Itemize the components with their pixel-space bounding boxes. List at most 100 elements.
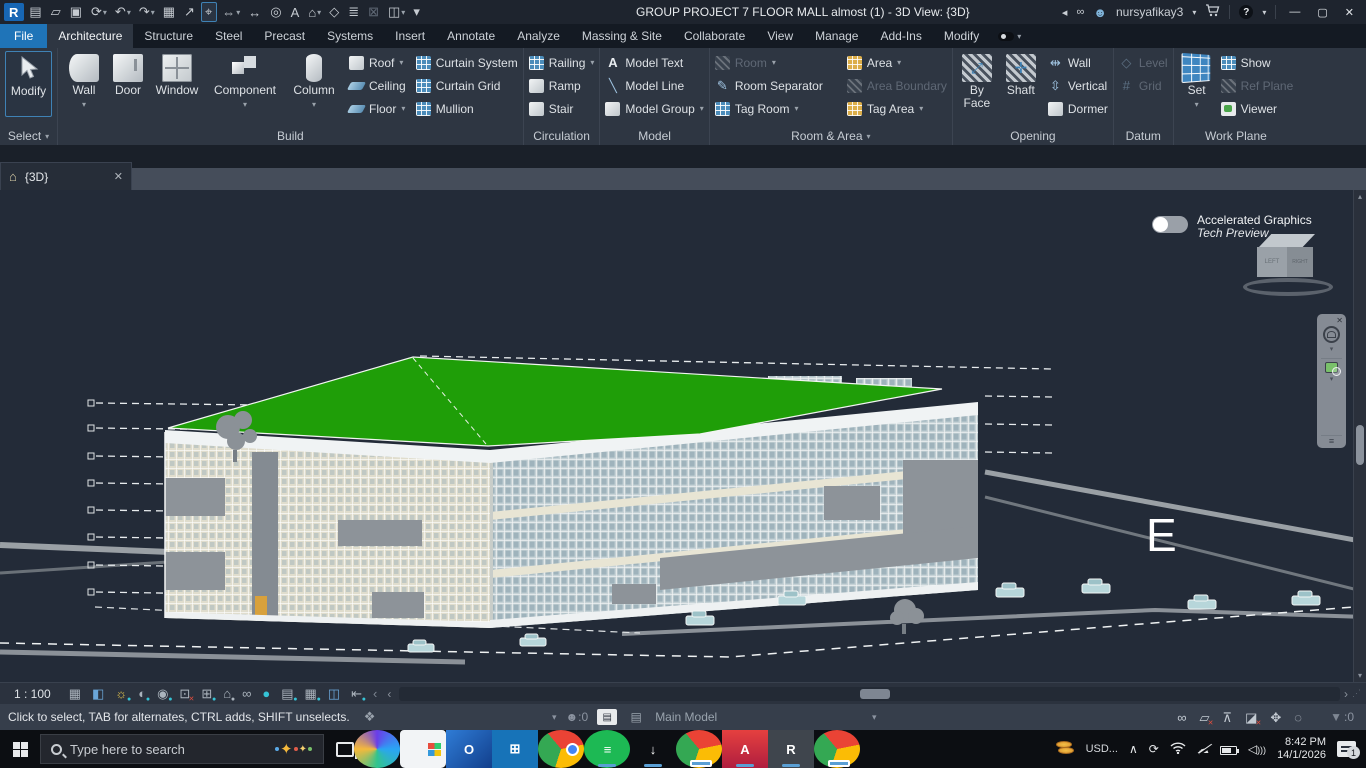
- copilot-icon[interactable]: [354, 730, 400, 768]
- hscroll-right-icon[interactable]: ›: [1344, 687, 1348, 701]
- tag-by-category-icon[interactable]: ◎: [267, 2, 285, 22]
- downloads-icon[interactable]: ↓: [630, 730, 676, 768]
- wifi-icon[interactable]: [1170, 742, 1186, 757]
- vertical-scroll-thumb[interactable]: [1356, 425, 1364, 465]
- model-text-button[interactable]: AModel Text: [605, 51, 703, 74]
- temporary-hide-isolate-icon[interactable]: ∞: [242, 687, 251, 700]
- help-icon[interactable]: ?: [1239, 5, 1253, 19]
- home-icon[interactable]: ▤: [26, 2, 45, 22]
- close-view-icon[interactable]: ✕: [114, 170, 123, 183]
- help-dropdown-icon[interactable]: ▾: [1262, 8, 1266, 17]
- thin-lines-icon[interactable]: ≣: [345, 2, 363, 22]
- navbar-expand-icon[interactable]: ≡: [1321, 435, 1342, 446]
- vertical-opening-button[interactable]: ⇳Vertical: [1048, 74, 1108, 97]
- stair-button[interactable]: Stair: [529, 97, 595, 120]
- reveal-hidden-elements-icon[interactable]: ●: [262, 687, 270, 700]
- redo-icon[interactable]: ↷▾: [136, 2, 158, 22]
- temporary-view-properties-icon[interactable]: ▤●: [281, 687, 293, 700]
- room-area-panel-label[interactable]: Room & Area▾: [710, 127, 952, 145]
- outlook-icon[interactable]: O: [446, 730, 492, 768]
- tab-architecture[interactable]: Architecture: [47, 24, 133, 48]
- tab-collaborate[interactable]: Collaborate: [673, 24, 756, 48]
- curtain-grid-button[interactable]: Curtain Grid: [416, 74, 518, 97]
- currency-widget-icon[interactable]: [1055, 739, 1075, 759]
- drag-on-selection-toggle[interactable]: ✥: [1270, 711, 1281, 724]
- store-icon[interactable]: [400, 730, 446, 768]
- chrome-icon[interactable]: [538, 730, 584, 768]
- tag-area-button[interactable]: Tag Area▾: [847, 97, 947, 120]
- area-button[interactable]: Area▾: [847, 51, 947, 74]
- notifications-icon[interactable]: 1: [1337, 741, 1356, 757]
- hscroll-left-icon[interactable]: ‹: [387, 687, 391, 701]
- viewcube-top-face[interactable]: [1259, 234, 1315, 247]
- elevation-marker[interactable]: E: [1146, 509, 1177, 561]
- text-icon[interactable]: A: [288, 2, 304, 22]
- vcb-expand-icon[interactable]: ‹: [373, 687, 377, 700]
- select-underlay-toggle[interactable]: ▱✕: [1200, 711, 1210, 724]
- minimize-button[interactable]: —: [1285, 6, 1304, 18]
- tab-massing-site[interactable]: Massing & Site: [571, 24, 673, 48]
- editable-only-icon[interactable]: ▤: [597, 709, 617, 725]
- show-rendering-dialog-icon[interactable]: ◉●: [157, 687, 168, 700]
- rotation-lock-icon[interactable]: ⟳: [1149, 742, 1159, 756]
- ribbon-display-toggle[interactable]: ▾: [990, 24, 1029, 48]
- displacement-icon[interactable]: ◫: [328, 687, 340, 700]
- ramp-button[interactable]: Ramp: [529, 74, 595, 97]
- filter-control[interactable]: ▼ :0: [1330, 710, 1354, 724]
- app-menu-button[interactable]: R: [4, 3, 24, 21]
- select-links-toggle[interactable]: ∞: [1177, 711, 1186, 724]
- viewcube[interactable]: LEFT RIGHT: [1243, 232, 1339, 302]
- resize-grip[interactable]: ⋰: [1352, 688, 1366, 699]
- visual-style-icon[interactable]: ◧: [92, 687, 104, 700]
- task-view-button[interactable]: [336, 742, 354, 757]
- vertical-scrollbar[interactable]: ▴ ▾: [1353, 190, 1366, 682]
- open-icon[interactable]: ▱: [48, 2, 65, 22]
- start-button[interactable]: [0, 742, 40, 757]
- floor-button[interactable]: Floor▾: [349, 97, 406, 120]
- measure-icon[interactable]: ⇔▾: [219, 2, 243, 22]
- roof-button[interactable]: Roof▾: [349, 51, 406, 74]
- room-separator-button[interactable]: ✎Room Separator: [715, 74, 843, 97]
- tab-insert[interactable]: Insert: [384, 24, 436, 48]
- detail-level-icon[interactable]: ▦: [69, 687, 81, 700]
- autocad-icon[interactable]: A: [722, 730, 768, 768]
- modify-button[interactable]: Modify: [5, 51, 52, 117]
- horizontal-scrollbar[interactable]: [399, 687, 1340, 701]
- zoom-dropdown-icon[interactable]: ▾: [1330, 375, 1334, 383]
- reveal-constraints-icon[interactable]: ⇤●: [351, 687, 362, 700]
- status-chevron-icon[interactable]: ▾: [552, 712, 557, 723]
- tag-room-button[interactable]: Tag Room▾: [715, 97, 843, 120]
- taskbar-search[interactable]: Type here to search ✦✦: [40, 734, 324, 764]
- tab-manage[interactable]: Manage: [804, 24, 869, 48]
- clock[interactable]: 8:42 PM 14/1/2026: [1277, 736, 1326, 762]
- steering-wheel-icon[interactable]: [1323, 326, 1340, 343]
- background-processes-icon[interactable]: ◌: [1294, 711, 1302, 724]
- undo-icon[interactable]: ↶▾: [112, 2, 134, 22]
- scroll-down-icon[interactable]: ▾: [1354, 671, 1366, 680]
- drawing-area[interactable]: E Accelerated Graphics Tech Preview LEFT…: [0, 190, 1366, 682]
- ceiling-button[interactable]: Ceiling: [349, 74, 406, 97]
- viewcube-compass-ring[interactable]: [1243, 278, 1333, 296]
- tab-analyze[interactable]: Analyze: [506, 24, 571, 48]
- tab-view[interactable]: View: [756, 24, 804, 48]
- section-icon[interactable]: ⌖: [201, 2, 217, 22]
- export-icon[interactable]: ↗: [181, 2, 199, 22]
- tab-file[interactable]: File: [0, 24, 47, 48]
- tab-addins[interactable]: Add-Ins: [869, 24, 932, 48]
- default-3d-view-icon[interactable]: ⌂▾: [305, 2, 324, 22]
- company-portal-icon[interactable]: ⊞: [492, 730, 538, 768]
- tab-steel[interactable]: Steel: [204, 24, 253, 48]
- model-group-button[interactable]: Model Group▾: [605, 97, 703, 120]
- onedrive-paused-icon[interactable]: ☁: [1197, 742, 1209, 756]
- tab-structure[interactable]: Structure: [133, 24, 204, 48]
- column-button[interactable]: Column▾: [287, 51, 341, 111]
- wall-opening-button[interactable]: ⇹Wall: [1048, 51, 1108, 74]
- navbar-close-icon[interactable]: ✕: [1336, 316, 1343, 325]
- door-button[interactable]: Door: [109, 51, 147, 97]
- mullion-button[interactable]: Mullion: [416, 97, 518, 120]
- show-work-plane-button[interactable]: Show: [1221, 51, 1294, 74]
- scroll-up-icon[interactable]: ▴: [1354, 192, 1366, 201]
- sync-with-central-icon[interactable]: ⟳▾: [88, 2, 110, 22]
- curtain-system-button[interactable]: Curtain System: [416, 51, 518, 74]
- viewcube-left-face[interactable]: LEFT: [1257, 247, 1287, 277]
